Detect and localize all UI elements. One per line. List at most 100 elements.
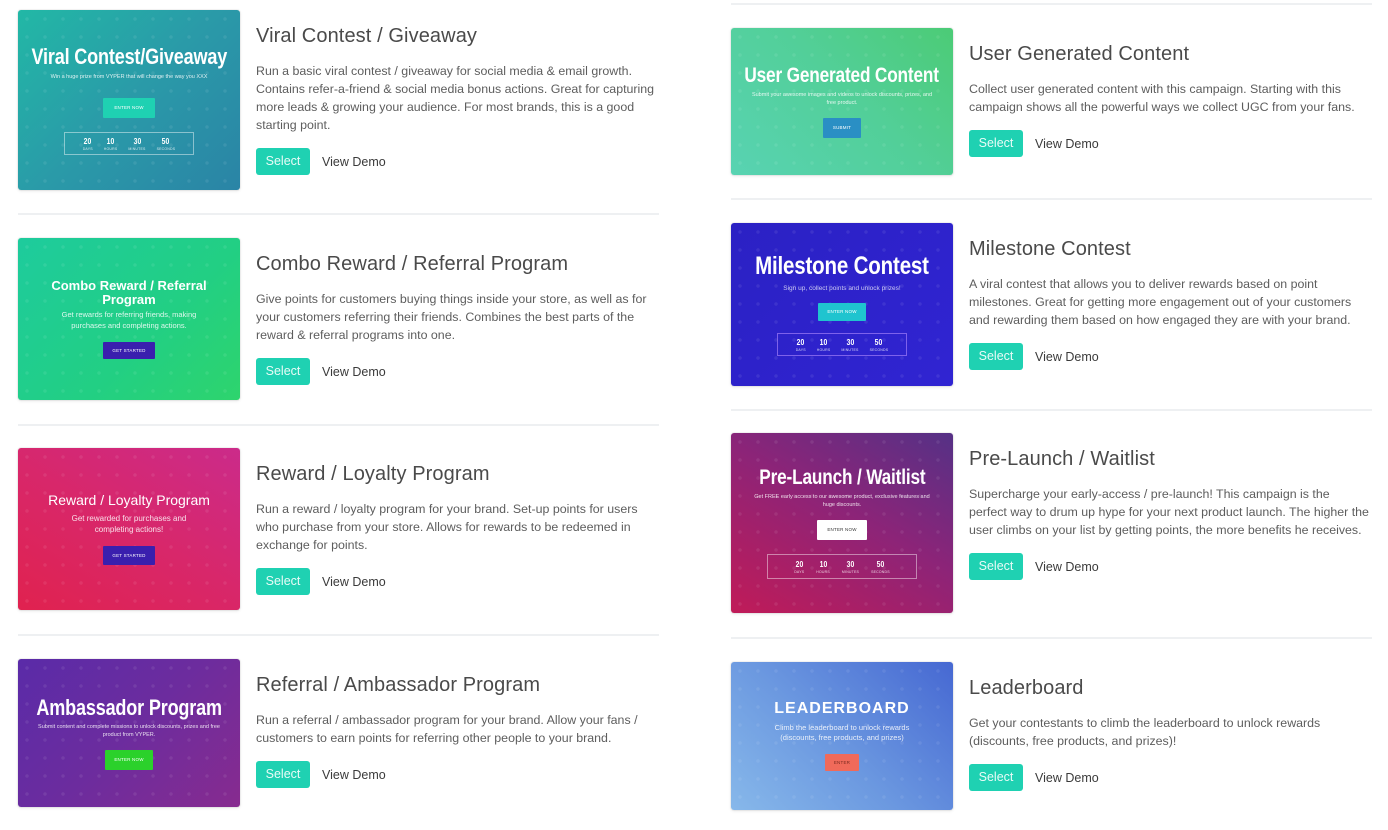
thumbnail-subtitle: Submit your awesome images and videos to… <box>751 91 933 106</box>
campaign-title: Referral / Ambassador Program <box>256 674 541 696</box>
campaign-description: Run a referral / ambassador program for … <box>256 713 638 745</box>
select-button[interactable]: Select <box>969 553 1023 580</box>
campaign-title: User Generated Content <box>969 43 1190 65</box>
campaign-description: Run a reward / loyalty program for your … <box>256 502 638 552</box>
thumbnail-subtitle: Get rewarded for purchases and completin… <box>71 513 187 534</box>
countdown-days-label: DAYS <box>794 569 805 574</box>
countdown-hours: 10 <box>819 337 828 347</box>
thumbnail-button: GET STARTED <box>103 342 155 360</box>
countdown-days: 20 <box>795 559 804 569</box>
campaign-actions: Select View Demo <box>256 358 656 385</box>
countdown-minutes: 30 <box>846 337 854 347</box>
countdown-hours: 10 <box>106 136 115 146</box>
countdown-seconds-label: SECONDS <box>871 569 890 574</box>
view-demo-link[interactable]: View Demo <box>1035 137 1099 151</box>
campaign-description: Give points for customers buying things … <box>256 292 647 342</box>
campaign-info: Leaderboard Get your contestants to clim… <box>969 676 1369 791</box>
countdown-minutes: 30 <box>133 136 141 146</box>
thumbnail-title: Combo Reward / Referral Program <box>51 277 207 307</box>
view-demo-link[interactable]: View Demo <box>1035 350 1099 364</box>
thumbnail-title: Viral Contest/Giveaway <box>31 44 227 70</box>
campaign-thumbnail[interactable]: Combo Reward / Referral Program Get rewa… <box>18 238 240 400</box>
countdown-seconds: 50 <box>162 136 170 146</box>
divider <box>18 634 659 636</box>
thumbnail-enter-button: ENTER NOW <box>105 749 153 770</box>
campaign-thumbnail[interactable]: LEADERBOARD Climb the leaderboard to unl… <box>731 662 953 810</box>
thumbnail-enter-button: ENTER NOW <box>103 97 155 118</box>
view-demo-link[interactable]: View Demo <box>1035 560 1099 574</box>
campaign-description: Run a basic viral contest / giveaway for… <box>256 64 655 132</box>
countdown-seconds-label: SECONDS <box>869 347 889 352</box>
thumbnail-title: LEADERBOARD <box>774 700 910 718</box>
campaign-actions: Select View Demo <box>969 764 1369 791</box>
countdown-days-label: DAYS <box>795 347 806 352</box>
divider <box>18 213 659 215</box>
view-demo-link[interactable]: View Demo <box>322 768 386 782</box>
countdown-timer: 20 DAYS 10 HOURS 30 MINUTES 50 SECONDS <box>767 553 917 579</box>
countdown-seconds: 50 <box>875 337 883 347</box>
campaign-info: Pre-Launch / Waitlist Supercharge your e… <box>969 447 1369 580</box>
countdown-hours-label: HOURS <box>103 146 118 151</box>
campaign-actions: Select View Demo <box>969 343 1369 370</box>
countdown-minutes-label: MINUTES <box>128 146 146 151</box>
campaign-title: Combo Reward / Referral Program <box>256 253 569 275</box>
campaign-thumbnail[interactable]: Reward / Loyalty Program Get rewarded fo… <box>18 448 240 610</box>
countdown-hours: 10 <box>819 559 827 569</box>
campaign-actions: Select View Demo <box>969 130 1369 157</box>
select-button[interactable]: Select <box>969 343 1023 370</box>
divider <box>731 3 1372 5</box>
select-button[interactable]: Select <box>256 761 310 788</box>
countdown-days: 20 <box>796 337 805 347</box>
thumbnail-title: Milestone Contest <box>755 252 929 281</box>
campaign-description: Get your contestants to climb the leader… <box>969 716 1321 748</box>
campaign-info: Referral / Ambassador Program Run a refe… <box>256 673 656 788</box>
view-demo-link[interactable]: View Demo <box>322 575 386 589</box>
campaign-title: Viral Contest / Giveaway <box>256 25 478 47</box>
countdown-minutes-label: MINUTES <box>841 569 860 574</box>
thumbnail-enter-button: ENTER NOW <box>817 519 867 540</box>
campaign-thumbnail[interactable]: Pre-Launch / Waitlist Get FREE early acc… <box>731 433 953 613</box>
campaign-info: Reward / Loyalty Program Run a reward / … <box>256 462 656 595</box>
select-button[interactable]: Select <box>256 568 310 595</box>
select-button[interactable]: Select <box>256 148 310 175</box>
countdown-seconds: 50 <box>876 559 885 569</box>
campaign-thumbnail[interactable]: Ambassador Program Submit content and co… <box>18 659 240 807</box>
campaign-title: Leaderboard <box>969 677 1084 699</box>
thumbnail-subtitle: Submit content and complete missions to … <box>38 724 220 739</box>
view-demo-link[interactable]: View Demo <box>322 365 386 379</box>
countdown-days: 20 <box>83 136 92 146</box>
campaign-title: Pre-Launch / Waitlist <box>969 448 1155 470</box>
select-button[interactable]: Select <box>969 130 1023 157</box>
select-button[interactable]: Select <box>969 764 1023 791</box>
campaign-title: Milestone Contest <box>969 238 1131 260</box>
campaign-thumbnail[interactable]: Viral Contest/Giveaway Win a huge prize … <box>18 10 240 190</box>
view-demo-link[interactable]: View Demo <box>322 155 386 169</box>
divider <box>731 409 1372 411</box>
campaign-thumbnail[interactable]: User Generated Content Submit your aweso… <box>731 28 953 175</box>
campaign-actions: Select View Demo <box>256 148 656 175</box>
thumbnail-enter-button: ENTER NOW <box>818 302 866 321</box>
thumbnail-submit-button: SUBMIT <box>822 118 862 139</box>
thumbnail-button: GET STARTED <box>103 546 155 566</box>
countdown-hours-label: HOURS <box>816 569 830 574</box>
campaign-actions: Select View Demo <box>256 568 656 595</box>
thumbnail-subtitle: Win a huge prize from VYPER that will ch… <box>50 74 208 81</box>
campaign-description: Supercharge your early-access / pre-laun… <box>969 487 1369 537</box>
campaign-description: Collect user generated content with this… <box>969 82 1355 114</box>
divider <box>731 198 1372 200</box>
campaign-description: A viral contest that allows you to deliv… <box>969 277 1352 327</box>
select-button[interactable]: Select <box>256 358 310 385</box>
divider <box>731 637 1372 639</box>
campaign-thumbnail[interactable]: Milestone Contest Sign up, collect point… <box>731 223 953 386</box>
campaign-actions: Select View Demo <box>256 761 656 788</box>
thumbnail-subtitle: Sign up, collect points and unlock prize… <box>783 284 901 292</box>
countdown-seconds-label: SECONDS <box>156 146 176 151</box>
thumbnail-title: Ambassador Program <box>36 695 222 721</box>
campaign-info: Combo Reward / Referral Program Give poi… <box>256 252 656 385</box>
thumbnail-subtitle: Get rewards for referring friends, makin… <box>61 310 197 330</box>
thumbnail-title: Reward / Loyalty Program <box>48 491 210 508</box>
thumbnail-enter-button: ENTER <box>824 753 860 771</box>
campaign-info: Viral Contest / Giveaway Run a basic vir… <box>256 24 656 175</box>
view-demo-link[interactable]: View Demo <box>1035 771 1099 785</box>
campaign-info: User Generated Content Collect user gene… <box>969 42 1369 157</box>
